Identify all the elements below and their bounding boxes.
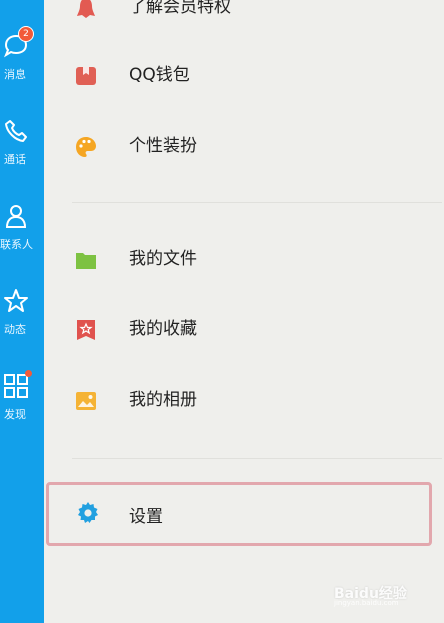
menu-label-dressup: 个性装扮 — [129, 136, 197, 156]
nav-discover[interactable]: 发现 — [0, 370, 44, 442]
menu-item-vip[interactable]: 了解会员特权 — [44, 0, 444, 40]
menu-item-dressup[interactable]: 个性装扮 — [44, 115, 444, 179]
star-icon — [4, 289, 28, 312]
menu-item-album[interactable]: 我的相册 — [44, 369, 444, 433]
nav-label-messages: 消息 — [4, 68, 26, 81]
nav-label-feeds: 动态 — [4, 323, 26, 336]
section-divider-2 — [72, 458, 442, 459]
menu-label-wallet: QQ钱包 — [129, 65, 190, 85]
nav-calls[interactable]: 通话 — [0, 117, 44, 187]
bookmark-star-icon — [77, 320, 95, 340]
menu-label-album: 我的相册 — [129, 390, 197, 410]
photo-icon — [76, 392, 96, 410]
menu-item-wallet[interactable]: QQ钱包 — [44, 44, 444, 108]
nav-contacts[interactable]: 联系人 — [0, 202, 44, 272]
menu-item-settings[interactable]: 设置 — [46, 482, 432, 546]
menu-label-vip: 了解会员特权 — [129, 0, 231, 17]
menu-item-files[interactable]: 我的文件 — [44, 228, 444, 292]
wallet-icon — [76, 67, 96, 85]
folder-icon — [76, 253, 96, 269]
penguin-icon — [77, 0, 95, 18]
section-divider — [72, 202, 442, 203]
nav-label-discover: 发现 — [4, 408, 26, 421]
nav-feeds[interactable]: 动态 — [0, 287, 44, 357]
watermark-subtext: jingyan.baidu.com — [334, 599, 399, 607]
discover-dot — [25, 370, 32, 377]
nav-label-calls: 通话 — [4, 153, 26, 166]
baidu-watermark: Baidu经验 jingyan.baidu.com — [334, 569, 434, 609]
nav-messages[interactable]: 2 消息 — [0, 26, 44, 102]
gear-icon — [78, 502, 98, 523]
left-nav: 2 消息 通话 联系人 动态 发现 — [0, 0, 44, 623]
menu-label-favorites: 我的收藏 — [129, 319, 197, 339]
contact-icon — [5, 205, 27, 228]
menu-label-settings: 设置 — [129, 507, 163, 527]
menu-item-favorites[interactable]: 我的收藏 — [44, 298, 444, 362]
menu-label-files: 我的文件 — [129, 249, 197, 269]
palette-icon — [76, 137, 96, 157]
nav-label-contacts: 联系人 — [0, 238, 33, 251]
phone-icon — [5, 120, 27, 142]
message-badge: 2 — [18, 26, 34, 42]
